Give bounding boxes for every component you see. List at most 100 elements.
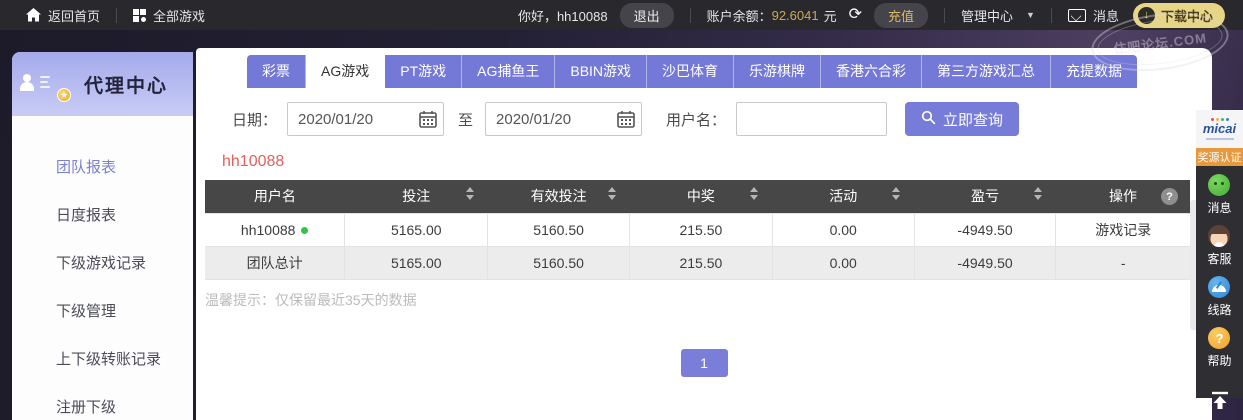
cell-valid-bet: 5160.50 (488, 213, 630, 246)
sort-icon[interactable] (466, 187, 474, 200)
all-games-label: 全部游戏 (153, 6, 205, 25)
sidebar-header: ★ 代理中心 (12, 52, 193, 116)
grid-icon (133, 9, 146, 22)
float-help-button[interactable]: ? 帮助 (1207, 327, 1231, 369)
logout-button[interactable]: 退出 (620, 3, 674, 28)
quick-action-column: 消息 客服 线路 ? 帮助 (1196, 166, 1243, 398)
cell-profit: -4949.50 (914, 213, 1056, 246)
download-icon: ↓ (1138, 7, 1155, 24)
cell-username: hh10088 (205, 213, 345, 246)
tab-deposit-withdraw-data[interactable]: 充提数据 (1051, 55, 1137, 88)
to-label: 至 (458, 109, 473, 130)
cell-activity: 0.00 (772, 213, 914, 246)
divider (690, 8, 691, 23)
col-profit: 盈亏 (914, 180, 1056, 213)
sidebar-item-daily-report[interactable]: 日度报表 (12, 190, 193, 238)
speed-gauge-icon (1208, 276, 1230, 298)
topbar: 返回首页 全部游戏 你好，hh10088 退出 账户余额： 92.6041 元 … (0, 0, 1243, 30)
username-label: 用户名： (666, 109, 726, 130)
recharge-button[interactable]: 充值 (874, 3, 928, 28)
table-total-row: 团队总计 5165.00 5160.50 215.50 0.00 -4949.5… (205, 246, 1190, 279)
cell-username: 团队总计 (205, 246, 345, 279)
magnifier-icon (921, 110, 936, 129)
divider (116, 8, 117, 23)
float-messages-button[interactable]: 消息 (1207, 174, 1231, 216)
calendar-icon[interactable] (617, 110, 635, 132)
table-header-row: 用户名 投注 有效投注 中奖 活动 盈亏 操作 ? (205, 180, 1190, 213)
back-home-label: 返回首页 (48, 6, 100, 25)
sort-icon[interactable] (1034, 187, 1042, 200)
cell-win: 215.50 (630, 213, 773, 246)
admin-center-menu[interactable]: 管理中心 ▼ (961, 6, 1035, 25)
tab-saba-sports[interactable]: 沙巴体育 (647, 55, 734, 88)
sort-icon[interactable] (608, 187, 616, 200)
micai-logo[interactable]: micai (1196, 110, 1243, 148)
back-to-top-button[interactable] (1209, 390, 1231, 417)
current-user-name: hh10088 (222, 153, 1212, 171)
balance-unit: 元 (824, 6, 837, 25)
col-activity: 活动 (772, 180, 914, 213)
cell-bet: 5165.00 (345, 213, 488, 246)
right-float-bar: micai 奖源认证 消息 客服 线路 ? 帮助 (1196, 0, 1243, 420)
greeting-text: 你好，hh10088 (518, 6, 608, 25)
tab-thirdparty-summary[interactable]: 第三方游戏汇总 (922, 55, 1051, 88)
sidebar-item-register-sub[interactable]: 注册下级 (12, 382, 193, 420)
filter-bar: 日期： 至 用户名： 立即查询 (232, 102, 1212, 136)
cell-valid-bet: 5160.50 (488, 246, 630, 279)
help-question-icon[interactable]: ? (1161, 188, 1178, 205)
report-table: 用户名 投注 有效投注 中奖 活动 盈亏 操作 ? hh10088 5165.0… (205, 180, 1190, 280)
username-input[interactable] (736, 102, 887, 136)
tab-bbin-games[interactable]: BBIN游戏 (555, 55, 647, 88)
col-bet: 投注 (345, 180, 488, 213)
divider (944, 8, 945, 23)
home-icon (26, 8, 41, 22)
page-1-button[interactable]: 1 (681, 349, 728, 377)
cell-action: - (1056, 246, 1190, 279)
cell-bet: 5165.00 (345, 246, 488, 279)
chat-bubble-icon (1208, 174, 1230, 196)
tab-hk-mark6[interactable]: 香港六合彩 (821, 55, 922, 88)
refresh-icon[interactable]: ⟳ (849, 7, 862, 23)
back-home-button[interactable]: 返回首页 (26, 6, 100, 25)
envelope-icon (1068, 9, 1086, 22)
sidebar-item-team-report[interactable]: 团队报表 (12, 142, 193, 190)
search-button-label: 立即查询 (943, 109, 1003, 130)
sort-icon[interactable] (750, 187, 758, 200)
agent-id-card-icon: ★ (36, 69, 68, 99)
admin-center-label: 管理中心 (961, 6, 1013, 25)
messages-button[interactable]: 消息 (1068, 6, 1119, 25)
search-button[interactable]: 立即查询 (905, 102, 1019, 136)
game-tabs: 彩票 AG游戏 PT游戏 AG捕鱼王 BBIN游戏 沙巴体育 乐游棋牌 香港六合… (247, 55, 1212, 88)
sort-icon[interactable] (892, 187, 900, 200)
retention-note: 温馨提示：仅保留最近35天的数据 (205, 290, 1212, 310)
tab-leyou-chess[interactable]: 乐游棋牌 (734, 55, 821, 88)
balance-label: 账户余额： (707, 6, 772, 25)
col-username: 用户名 (205, 180, 345, 213)
all-games-button[interactable]: 全部游戏 (133, 6, 205, 25)
tab-lottery[interactable]: 彩票 (247, 55, 306, 88)
cell-profit: -4949.50 (914, 246, 1056, 279)
sidebar-item-sub-management[interactable]: 下级管理 (12, 286, 193, 334)
col-win: 中奖 (630, 180, 773, 213)
chevron-down-icon: ▼ (1026, 10, 1035, 20)
table-row: hh10088 5165.00 5160.50 215.50 0.00 -494… (205, 213, 1190, 246)
balance-value: 92.6041 (772, 8, 819, 23)
divider (1051, 8, 1052, 23)
game-records-link[interactable]: 游戏记录 (1056, 213, 1190, 246)
tab-ag-fishing[interactable]: AG捕鱼王 (462, 55, 555, 88)
main-panel: 彩票 AG游戏 PT游戏 AG捕鱼王 BBIN游戏 沙巴体育 乐游棋牌 香港六合… (196, 48, 1212, 420)
calendar-icon[interactable] (419, 110, 437, 132)
online-dot-icon (301, 227, 308, 234)
col-valid-bet: 有效投注 (488, 180, 630, 213)
messages-label: 消息 (1093, 6, 1119, 25)
float-lines-button[interactable]: 线路 (1207, 276, 1231, 318)
help-coin-icon: ? (1208, 327, 1230, 349)
sidebar-item-sub-game-records[interactable]: 下级游戏记录 (12, 238, 193, 286)
tab-ag-games[interactable]: AG游戏 (306, 55, 385, 88)
prize-cert-tag[interactable]: 奖源认证 (1196, 148, 1243, 166)
sidebar-item-transfer-records[interactable]: 上下级转账记录 (12, 334, 193, 382)
cell-win: 215.50 (630, 246, 773, 279)
float-customer-service-button[interactable]: 客服 (1207, 225, 1231, 267)
tab-pt-games[interactable]: PT游戏 (385, 55, 462, 88)
sidebar: ★ 代理中心 团队报表 日度报表 下级游戏记录 下级管理 上下级转账记录 注册下… (12, 52, 193, 420)
